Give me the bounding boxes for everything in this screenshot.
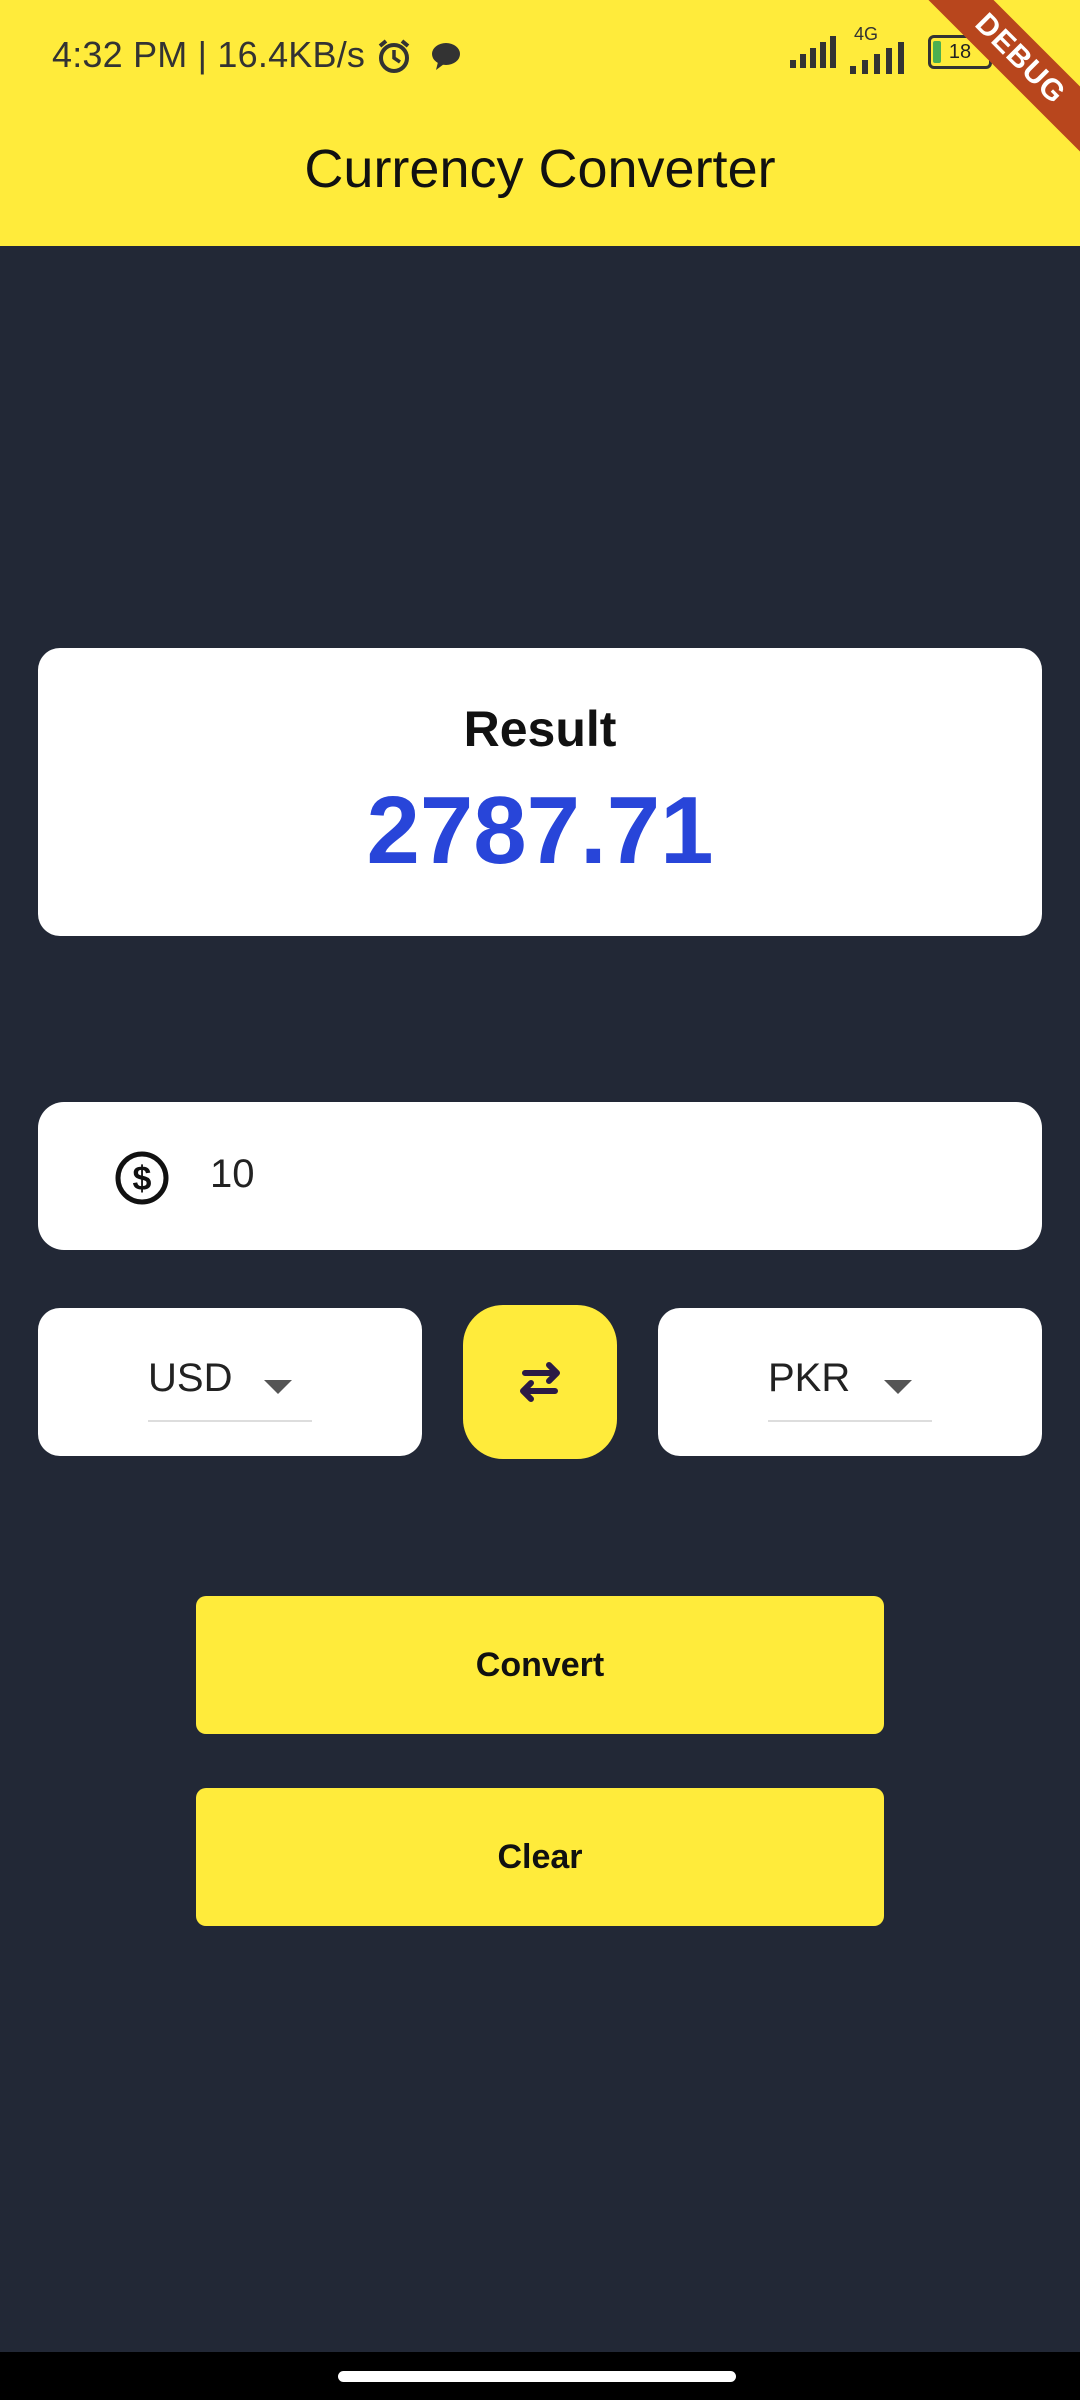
app-bar: 4:32 PM | 16.4KB/s 4G 18 DEBUG Currency … bbox=[0, 0, 1080, 246]
swap-currencies-button[interactable] bbox=[463, 1305, 617, 1459]
signal-icon-2 bbox=[850, 42, 904, 74]
to-currency-value: PKR bbox=[768, 1356, 851, 1400]
chevron-down-icon bbox=[264, 1380, 292, 1394]
dollar-circle-icon: $ bbox=[115, 1151, 169, 1205]
chat-icon bbox=[432, 43, 460, 70]
convert-button[interactable]: Convert bbox=[196, 1596, 884, 1734]
result-label: Result bbox=[463, 701, 617, 757]
swap-icon bbox=[520, 1362, 560, 1402]
network-type: 4G bbox=[848, 24, 918, 74]
home-gesture-handle[interactable] bbox=[338, 2371, 736, 2382]
svg-text:$: $ bbox=[133, 1160, 152, 1198]
navigation-bar bbox=[0, 2352, 1080, 2400]
result-card: Result 2787.71 bbox=[38, 648, 1042, 936]
page-title: Currency Converter bbox=[304, 139, 776, 199]
amount-input[interactable]: $ 10 bbox=[38, 1102, 1042, 1250]
status-icons-right: 4G 18 bbox=[788, 24, 997, 74]
signal-icon bbox=[790, 36, 836, 68]
from-currency-value: USD bbox=[148, 1356, 233, 1400]
status-time: 4:32 PM | 16.4KB/s bbox=[52, 34, 366, 75]
status-icons-left bbox=[374, 34, 464, 78]
status-bar: 4:32 PM | 16.4KB/s 4G 18 DEBUG bbox=[0, 0, 1080, 168]
battery-level: 18 bbox=[948, 40, 972, 63]
alarm-icon bbox=[378, 39, 410, 73]
amount-value[interactable]: 10 bbox=[210, 1152, 255, 1197]
result-value: 2787.71 bbox=[366, 777, 714, 884]
to-currency-dropdown[interactable]: PKR bbox=[768, 1356, 932, 1422]
to-currency-box: PKR bbox=[658, 1308, 1042, 1456]
clear-button[interactable]: Clear bbox=[196, 1788, 884, 1926]
from-currency-dropdown[interactable]: USD bbox=[148, 1356, 312, 1422]
chevron-down-icon bbox=[884, 1380, 912, 1394]
from-currency-box: USD bbox=[38, 1308, 422, 1456]
